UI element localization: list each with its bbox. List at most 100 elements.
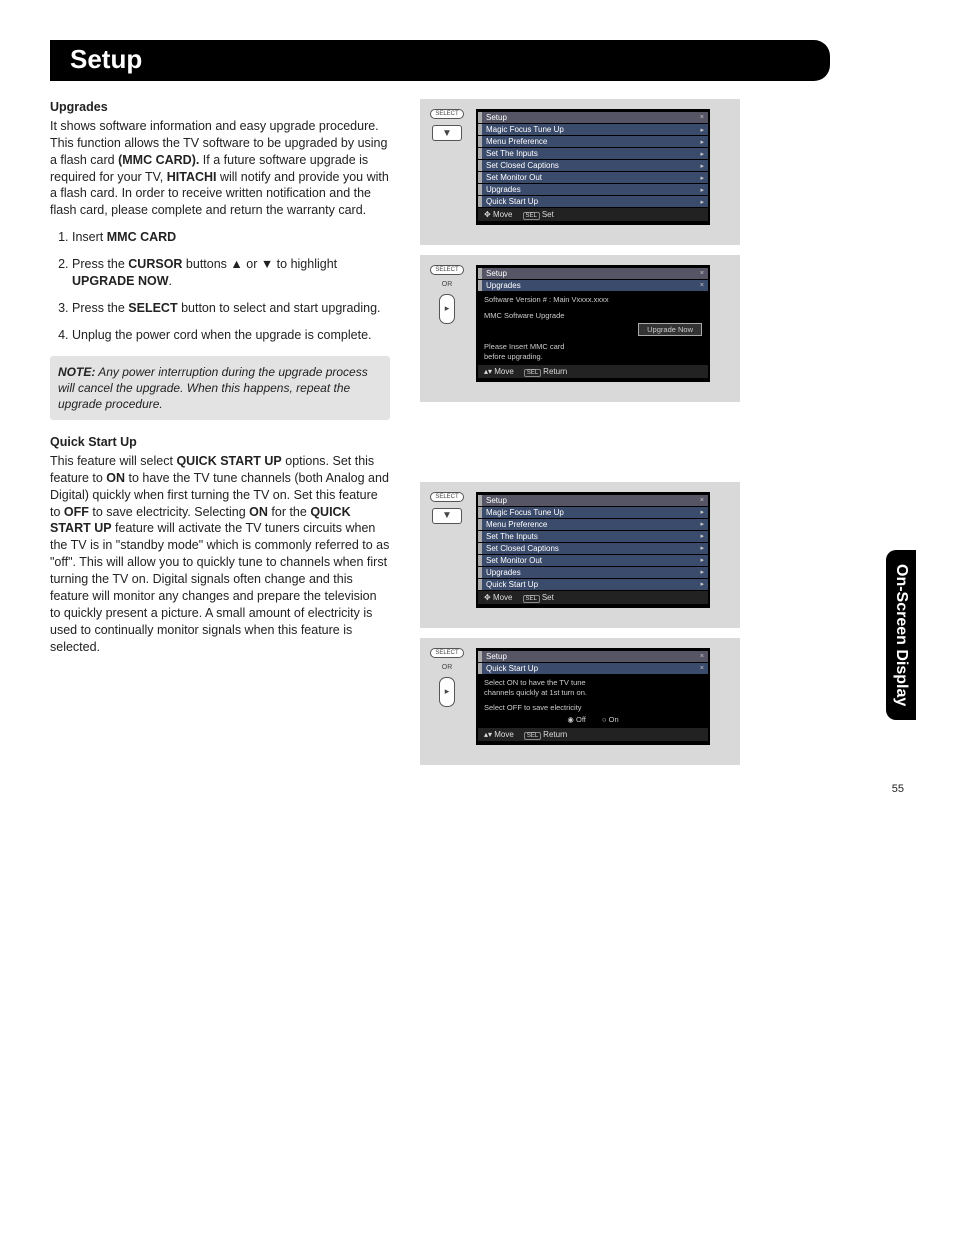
- qsu-line2: Select OFF to save electricity Off On: [478, 700, 708, 728]
- hitachi-label: HITACHI: [167, 170, 217, 184]
- select-button[interactable]: SELECT: [430, 265, 463, 275]
- osd-panel-upgrades: SELECT OR ▸ Setup× Upgrades× Software Ve…: [420, 255, 740, 402]
- upgrade-now-button[interactable]: Upgrade Now: [638, 323, 702, 337]
- text: for the: [268, 505, 310, 519]
- list-item[interactable]: Set Monitor Out▸: [478, 172, 708, 183]
- radio-on[interactable]: On: [602, 715, 619, 724]
- text: This feature will select: [50, 454, 176, 468]
- arrow-icon: ▸: [700, 186, 704, 194]
- text: UPGRADE NOW: [72, 274, 169, 288]
- osd-title: Setup×: [478, 268, 708, 279]
- text: buttons ▲ or ▼ to highlight: [182, 257, 337, 271]
- close-icon: ×: [700, 497, 704, 504]
- or-label: OR: [442, 664, 453, 671]
- osd-title: Setup×: [478, 651, 708, 662]
- nav-pad-icon[interactable]: ▸: [439, 677, 455, 707]
- text: button to select and start upgrading.: [178, 301, 381, 315]
- insert-mmc-msg: Please Insert MMC cardbefore upgrading.: [478, 339, 708, 365]
- side-tab: On-Screen Display: [886, 550, 916, 720]
- osd-panel-setup-1: SELECT ▼ Setup× Magic Focus Tune Up▸ Men…: [420, 99, 740, 245]
- step-2: Press the CURSOR buttons ▲ or ▼ to highl…: [72, 256, 390, 290]
- arrow-icon: ▸: [700, 174, 704, 182]
- text: Press the: [72, 257, 128, 271]
- osd-footer: ✥ MoveSELSet: [478, 208, 708, 221]
- close-icon: ×: [700, 270, 704, 277]
- text: ON: [249, 505, 268, 519]
- close-icon: ×: [700, 282, 704, 289]
- close-icon: ×: [700, 653, 704, 660]
- step-1: Insert MMC CARD: [72, 229, 390, 246]
- list-item[interactable]: Set The Inputs▸: [478, 531, 708, 542]
- list-item[interactable]: Set Monitor Out▸: [478, 555, 708, 566]
- down-arrow-icon[interactable]: ▼: [432, 125, 462, 141]
- arrow-icon: ▸: [700, 150, 704, 158]
- page-title: Setup: [50, 40, 830, 81]
- list-item[interactable]: Magic Focus Tune Up▸: [478, 507, 708, 518]
- osd-panel-setup-2: SELECT ▼ Setup× Magic Focus Tune Up▸ Men…: [420, 482, 740, 628]
- list-item[interactable]: Upgrades▸: [478, 184, 708, 195]
- down-arrow-icon[interactable]: ▼: [432, 508, 462, 524]
- arrow-icon: ▸: [700, 138, 704, 146]
- page-number: 55: [892, 783, 904, 795]
- nav-pad-icon[interactable]: ▸: [439, 294, 455, 324]
- osd-title: Setup×: [478, 495, 708, 506]
- upgrades-heading: Upgrades: [50, 99, 390, 116]
- text: SELECT: [128, 301, 177, 315]
- select-button[interactable]: SELECT: [430, 648, 463, 658]
- select-button[interactable]: SELECT: [430, 109, 463, 119]
- text: .: [169, 274, 172, 288]
- right-column: SELECT ▼ Setup× Magic Focus Tune Up▸ Men…: [420, 99, 740, 775]
- osd-footer: ✥ MoveSELSet: [478, 591, 708, 604]
- osd-subtitle: Quick Start Up×: [478, 663, 708, 674]
- arrow-icon: ▸: [700, 198, 704, 206]
- text: ON: [106, 471, 125, 485]
- list-item[interactable]: Quick Start Up▸: [478, 196, 708, 207]
- step-4: Unplug the power cord when the upgrade i…: [72, 327, 390, 344]
- text: Press the: [72, 301, 128, 315]
- osd-screen: Setup× Magic Focus Tune Up▸ Menu Prefere…: [476, 492, 710, 608]
- text: CURSOR: [128, 257, 182, 271]
- text: QUICK START UP: [176, 454, 281, 468]
- list-item[interactable]: Set Closed Captions▸: [478, 160, 708, 171]
- upgrade-steps: Insert MMC CARD Press the CURSOR buttons…: [50, 229, 390, 343]
- list-item[interactable]: Quick Start Up▸: [478, 579, 708, 590]
- or-label: OR: [442, 281, 453, 288]
- left-column: Upgrades It shows software information a…: [50, 99, 390, 775]
- text: Insert: [72, 230, 107, 244]
- step-3: Press the SELECT button to select and st…: [72, 300, 390, 317]
- list-item[interactable]: Set Closed Captions▸: [478, 543, 708, 554]
- mmc-card-label: (MMC CARD).: [118, 153, 199, 167]
- osd-screen: Setup× Magic Focus Tune Up▸ Menu Prefere…: [476, 109, 710, 225]
- text: OFF: [64, 505, 89, 519]
- osd-subtitle: Upgrades×: [478, 280, 708, 291]
- osd-title: Setup×: [478, 112, 708, 123]
- list-item[interactable]: Magic Focus Tune Up▸: [478, 124, 708, 135]
- select-button[interactable]: SELECT: [430, 492, 463, 502]
- text: MMC CARD: [107, 230, 176, 244]
- list-item[interactable]: Upgrades▸: [478, 567, 708, 578]
- list-item[interactable]: Menu Preference▸: [478, 136, 708, 147]
- mmc-upgrade-label: MMC Software Upgrade Upgrade Now: [478, 308, 708, 340]
- osd-screen: Setup× Quick Start Up× Select ON to have…: [476, 648, 710, 745]
- note-box: NOTE: Any power interruption during the …: [50, 356, 390, 421]
- upgrades-intro: It shows software information and easy u…: [50, 118, 390, 219]
- osd-footer: ▴▾ MoveSELReturn: [478, 728, 708, 741]
- note-text: Any power interruption during the upgrad…: [58, 365, 368, 411]
- list-item[interactable]: Menu Preference▸: [478, 519, 708, 530]
- arrow-icon: ▸: [700, 162, 704, 170]
- list-item[interactable]: Set The Inputs▸: [478, 148, 708, 159]
- arrow-icon: ▸: [700, 126, 704, 134]
- osd-panel-quickstart: SELECT OR ▸ Setup× Quick Start Up× Selec…: [420, 638, 740, 765]
- close-icon: ×: [700, 665, 704, 672]
- quickstart-body: This feature will select QUICK START UP …: [50, 453, 390, 656]
- note-label: NOTE:: [58, 365, 95, 379]
- osd-footer: ▴▾ MoveSELReturn: [478, 365, 708, 378]
- quickstart-heading: Quick Start Up: [50, 434, 390, 451]
- text: to save electricity. Selecting: [89, 505, 249, 519]
- text: feature will activate the TV tuners circ…: [50, 521, 389, 653]
- radio-off[interactable]: Off: [567, 715, 586, 724]
- osd-screen: Setup× Upgrades× Software Version # : Ma…: [476, 265, 710, 382]
- qsu-line1: Select ON to have the TV tunechannels qu…: [478, 675, 708, 701]
- close-icon: ×: [700, 114, 704, 121]
- software-version: Software Version # : Main Vxxxx.xxxx: [478, 292, 708, 308]
